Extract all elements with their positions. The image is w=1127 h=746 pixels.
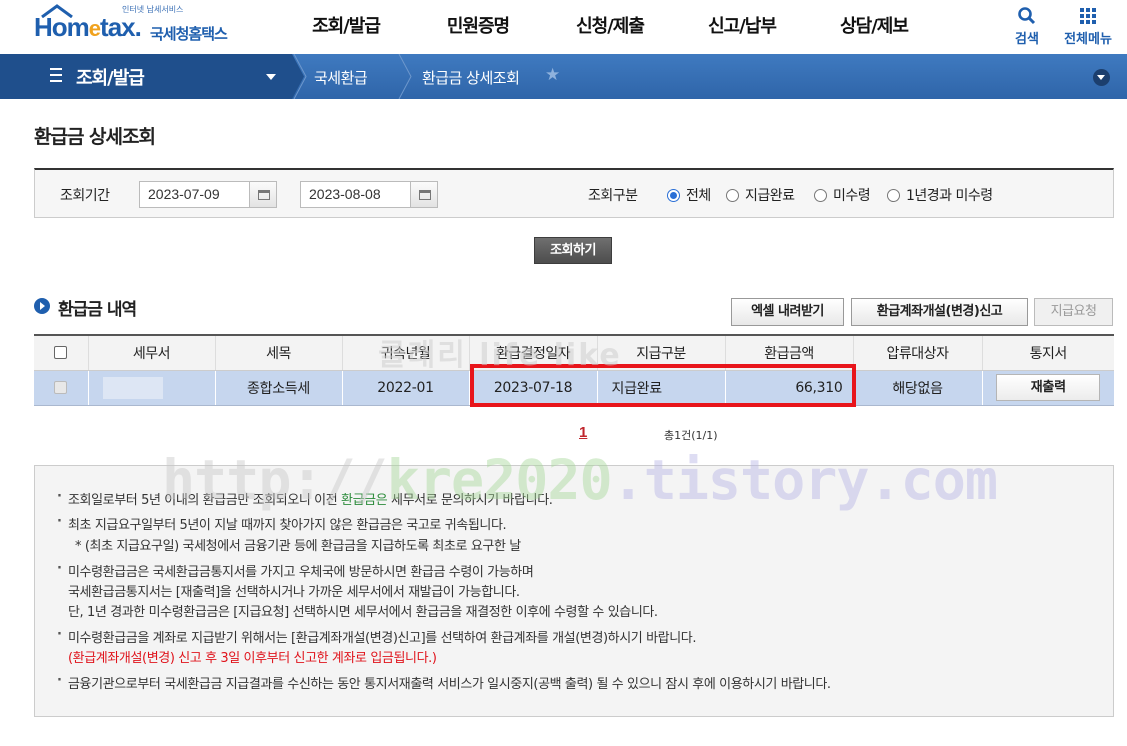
note-line: 국세환급금통지서는 [재출력]을 선택하시거나 가까운 세무서에서 재발급이 가…	[68, 585, 520, 600]
tax-item-cell: 종합소득세	[214, 370, 342, 406]
note-line: 미수령환급금은 국세환급금통지서를 가지고 우체국에 방문하시면 환급금 수령이…	[57, 561, 534, 580]
radio-all[interactable]: 전체	[667, 185, 711, 205]
col-notice: 통지서	[981, 334, 1114, 371]
all-menu-label: 전체메뉴	[1064, 32, 1112, 47]
seizure-cell: 해당없음	[852, 370, 982, 406]
period-cell: 2022-01	[341, 370, 469, 406]
grid-menu-icon	[1080, 8, 1096, 24]
breadcrumb-separator-icon	[292, 54, 307, 99]
payment-request-button[interactable]: 지급요청	[1034, 298, 1113, 326]
section-arrow-icon	[34, 298, 50, 314]
note-line: * (최초 지급요구일) 국세청에서 금융기관 등에 환급금을 지급하도록 최초…	[75, 539, 521, 554]
favorite-star-icon[interactable]: ★	[545, 65, 560, 85]
hamburger-icon	[50, 68, 62, 82]
top-header: 인터넷 납세서비스 Hometax. 국세청홈택스 조회/발급 민원증명 신청/…	[0, 0, 1127, 54]
logo-wordmark: Hometax.	[34, 12, 142, 42]
page-title: 환급금 상세조회	[34, 126, 156, 148]
note-line: 조회일로부터 5년 이내의 환급금만 조회되오니 이전 환급금은 세무서로 문의…	[57, 489, 553, 508]
radio-icon	[887, 188, 900, 202]
search-icon	[1018, 7, 1036, 25]
note-line-red: (환급계좌개설(변경) 신고 후 3일 이후부터 신고한 계좌로 입금됩니다.)	[68, 651, 437, 666]
search-tool-label: 검색	[1015, 32, 1039, 47]
breadcrumb-item-refund-detail[interactable]: 환급금 상세조회	[422, 67, 520, 88]
select-all-checkbox[interactable]	[54, 346, 68, 360]
refund-account-button[interactable]: 환급계좌개설(변경)신고	[851, 298, 1028, 326]
highlight-box	[470, 364, 856, 407]
calendar-icon	[258, 190, 270, 200]
row-checkbox[interactable]	[54, 381, 68, 394]
col-period: 귀속년월	[341, 334, 469, 371]
type-label: 조회구분	[588, 188, 638, 204]
col-tax-item: 세목	[214, 334, 342, 371]
calendar-to-button[interactable]	[410, 181, 438, 208]
search-tool-button[interactable]: 검색	[1010, 6, 1044, 47]
note-line: 단, 1년 경과한 미수령환급금은 [지급요청] 선택하시면 세무서에서 환급금…	[68, 605, 658, 620]
page-number-link[interactable]: 1	[579, 424, 587, 441]
reprint-button[interactable]: 재출력	[996, 374, 1101, 401]
nav-category-label: 조회/발급	[76, 68, 145, 89]
col-seizure: 압류대상자	[852, 334, 982, 371]
radio-icon	[726, 188, 739, 202]
caret-down-icon	[266, 74, 276, 80]
gnb-item-application[interactable]: 신청/제출	[544, 0, 676, 54]
breadcrumb-item-refund[interactable]: 국세환급	[314, 67, 368, 88]
radio-selected-icon	[667, 188, 680, 202]
calendar-icon	[419, 190, 431, 200]
excel-download-button[interactable]: 엑셀 내려받기	[731, 298, 844, 326]
note-line: 최초 지급요구일부터 5년이 지날 때까지 찾아가지 않은 환급금은 국고로 귀…	[57, 514, 507, 533]
breadcrumb-separator-icon	[398, 54, 412, 99]
note-line: 미수령환급금을 계좌로 지급받기 위해서는 [환급계좌개설(변경)신고]를 선택…	[57, 627, 696, 646]
tax-office-cell	[87, 370, 215, 406]
col-tax-office: 세무서	[87, 334, 215, 371]
date-from-input[interactable]: 2023-07-09	[139, 181, 251, 208]
logo-korean-name: 국세청홈택스	[150, 25, 228, 43]
radio-unclaimed-1year[interactable]: 1년경과 미수령	[887, 185, 993, 205]
gnb-item-certificates[interactable]: 민원증명	[412, 0, 544, 54]
global-nav: 조회/발급 민원증명 신청/제출 신고/납부 상담/제보	[280, 0, 940, 54]
nav-category-dropdown[interactable]: 조회/발급	[0, 54, 292, 99]
radio-unclaimed[interactable]: 미수령	[814, 185, 871, 205]
row-select-cell	[34, 370, 88, 406]
radio-icon	[814, 188, 827, 202]
info-notes: 조회일로부터 5년 이내의 환급금만 조회되오니 이전 환급금은 세무서로 문의…	[34, 465, 1114, 717]
total-count: 총1건(1/1)	[664, 429, 718, 442]
query-button[interactable]: 조회하기	[534, 237, 612, 264]
gnb-item-filing[interactable]: 신고/납부	[676, 0, 808, 54]
calendar-from-button[interactable]	[249, 181, 277, 208]
date-to-input[interactable]: 2023-08-08	[300, 181, 412, 208]
note-line: 금융기관으로부터 국세환급금 지급결과를 수신하는 동안 통지서재출력 서비스가…	[57, 673, 831, 692]
masked-tax-office	[102, 376, 163, 399]
gnb-item-inquiry[interactable]: 조회/발급	[280, 0, 412, 54]
all-menu-button[interactable]: 전체메뉴	[1058, 6, 1118, 47]
notice-cell: 재출력	[981, 370, 1114, 406]
period-label: 조회기간	[60, 188, 110, 204]
breadcrumb-bar: 조회/발급 국세환급 환급금 상세조회 ★	[0, 54, 1127, 99]
radio-paid[interactable]: 지급완료	[726, 185, 795, 205]
hometax-logo[interactable]: 인터넷 납세서비스 Hometax. 국세청홈택스	[34, 4, 244, 50]
gnb-item-consult[interactable]: 상담/제보	[808, 0, 940, 54]
select-all-cell	[34, 334, 88, 371]
section-title: 환급금 내역	[58, 300, 137, 320]
chevron-down-circle-icon[interactable]	[1093, 69, 1110, 86]
search-conditions: 조회기간 2023-07-09 ~ 2023-08-08 조회구분 전체 지급완…	[34, 168, 1114, 218]
